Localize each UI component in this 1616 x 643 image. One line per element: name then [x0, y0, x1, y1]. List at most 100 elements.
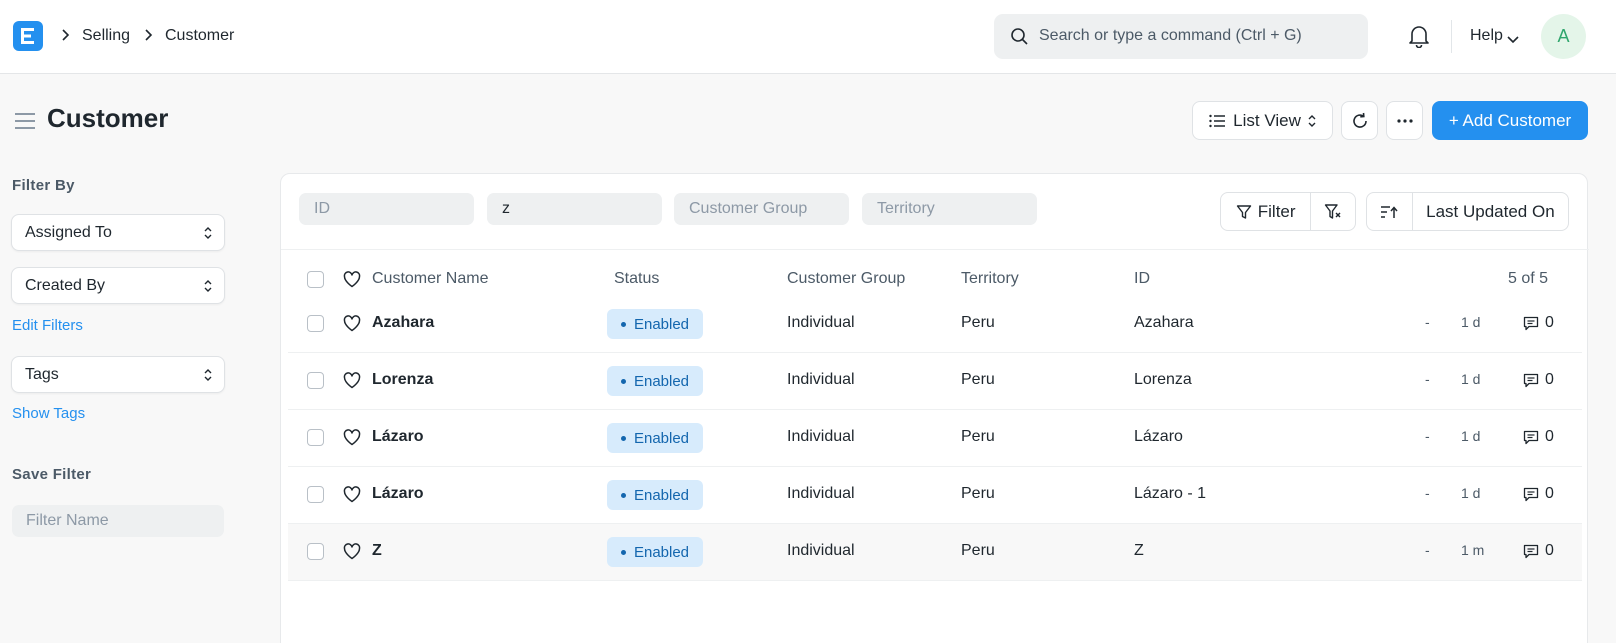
sidebar-toggle-icon[interactable] [14, 112, 36, 134]
assigned-dash: - [1425, 542, 1430, 558]
add-customer-button[interactable]: + Add Customer [1432, 101, 1588, 140]
app-logo[interactable] [13, 21, 43, 51]
tags-label: Tags [25, 366, 59, 383]
created-by-select[interactable]: Created By [11, 267, 225, 304]
customer-name-filter-input[interactable]: z [487, 193, 662, 225]
customer-name-link[interactable]: Z [372, 542, 382, 560]
row-checkbox[interactable] [307, 315, 324, 332]
created-by-label: Created By [25, 277, 106, 294]
breadcrumb-customer[interactable]: Customer [165, 27, 234, 45]
heart-icon[interactable] [343, 372, 361, 393]
avatar[interactable]: A [1541, 14, 1586, 59]
filter-clear-icon [1324, 203, 1342, 221]
customer-group-filter-placeholder: Customer Group [689, 200, 808, 217]
chevron-down-icon [1507, 31, 1519, 48]
row-checkbox[interactable] [307, 429, 324, 446]
customer-name-link[interactable]: Lázaro [372, 428, 424, 446]
id-cell: Lázaro [1134, 428, 1183, 445]
comment-count: 0 [1545, 542, 1554, 559]
select-arrows-icon [204, 226, 212, 244]
heart-icon[interactable] [343, 543, 361, 564]
search-bar[interactable]: Search or type a command (Ctrl + G) [994, 14, 1368, 59]
status-label: Enabled [633, 315, 690, 333]
help-menu[interactable]: Help [1470, 27, 1503, 45]
customer-group-filter-input[interactable]: Customer Group [674, 193, 849, 225]
comment-icon[interactable] [1523, 430, 1539, 445]
list-view-button[interactable]: List View [1192, 101, 1333, 140]
show-tags-link[interactable]: Show Tags [12, 405, 85, 422]
table-row[interactable]: Lorenza Enabled Individual Peru Lorenza - 1 d 0 [288, 353, 1582, 410]
save-filter-heading: Save Filter [12, 466, 92, 483]
id-cell: Lorenza [1134, 371, 1192, 388]
territory-filter-input[interactable]: Territory [862, 193, 1037, 225]
table-row[interactable]: Lázaro Enabled Individual Peru Lázaro - 1 - 1 … [288, 467, 1582, 524]
table-row[interactable]: Lázaro Enabled Individual Peru Lázaro - 1 d 0 [288, 410, 1582, 467]
assigned-dash: - [1425, 428, 1430, 444]
heart-icon[interactable] [343, 429, 361, 450]
territory-cell: Peru [961, 542, 995, 559]
logo-icon [21, 28, 34, 44]
header-customer-name[interactable]: Customer Name [372, 270, 488, 288]
breadcrumb-selling[interactable]: Selling [82, 27, 130, 45]
chevron-right-icon [60, 28, 70, 47]
divider [281, 249, 1589, 250]
filter-button[interactable]: Filter [1221, 193, 1310, 230]
bell-icon[interactable] [1408, 24, 1430, 52]
refresh-button[interactable] [1341, 101, 1378, 140]
id-cell: Z [1134, 542, 1144, 559]
id-cell: Azahara [1134, 314, 1194, 331]
row-checkbox[interactable] [307, 543, 324, 560]
status-dot [620, 435, 626, 441]
assigned-to-select[interactable]: Assigned To [11, 214, 225, 251]
status-dot [620, 321, 626, 327]
nav-divider [1451, 20, 1452, 53]
ellipsis-icon [1396, 118, 1413, 123]
customer-name-link[interactable]: Lázaro [372, 485, 424, 503]
customer-group-cell: Individual [787, 542, 855, 559]
header-status: Status [614, 270, 660, 287]
id-cell: Lázaro - 1 [1134, 485, 1207, 502]
comment-icon[interactable] [1523, 373, 1539, 388]
edit-filters-link[interactable]: Edit Filters [12, 317, 83, 334]
status-badge: Enabled [607, 423, 703, 453]
territory-cell: Peru [961, 371, 995, 388]
sort-field-button[interactable]: Last Updated On [1411, 193, 1568, 230]
row-checkbox[interactable] [307, 486, 324, 503]
status-dot [620, 378, 626, 384]
list-card: ID z Customer Group Territory Filter Las… [280, 173, 1589, 643]
territory-cell: Peru [961, 485, 995, 502]
customer-group-cell: Individual [787, 428, 855, 445]
sort-ascending-icon [1380, 205, 1398, 219]
heart-icon[interactable] [343, 315, 361, 336]
status-badge: Enabled [607, 366, 703, 396]
page-title: Customer [47, 103, 169, 133]
customer-group-cell: Individual [787, 371, 855, 388]
heart-icon[interactable] [343, 486, 361, 507]
customer-name-link[interactable]: Lorenza [372, 371, 433, 389]
row-checkbox[interactable] [307, 372, 324, 389]
header-id: ID [1134, 270, 1150, 287]
table-row[interactable]: Z Enabled Individual Peru Z - 1 m 0 [288, 524, 1582, 581]
tags-select[interactable]: Tags [11, 356, 225, 393]
comment-icon[interactable] [1523, 487, 1539, 502]
filter-group: Filter [1220, 192, 1356, 231]
list-icon [1209, 114, 1226, 128]
customer-name-filter-value: z [502, 200, 510, 217]
territory-filter-placeholder: Territory [877, 200, 935, 217]
status-label: Enabled [633, 543, 690, 561]
id-filter-input[interactable]: ID [299, 193, 474, 225]
heart-icon[interactable] [343, 271, 361, 292]
comment-icon[interactable] [1523, 316, 1539, 331]
filter-name-input[interactable]: Filter Name [12, 505, 224, 537]
filter-label: Filter [1257, 201, 1296, 221]
comment-icon[interactable] [1523, 544, 1539, 559]
clear-filters-button[interactable] [1310, 193, 1355, 230]
table-row[interactable]: Azahara Enabled Individual Peru Azahara - 1 d 0 [288, 296, 1582, 353]
assigned-dash: - [1425, 314, 1430, 330]
customer-name-link[interactable]: Azahara [372, 314, 434, 332]
header-customer-group: Customer Group [787, 270, 906, 287]
select-all-checkbox[interactable] [307, 271, 324, 288]
more-options-button[interactable] [1386, 101, 1423, 140]
modified-time: 1 d [1461, 485, 1481, 501]
sort-order-button[interactable] [1367, 193, 1412, 230]
